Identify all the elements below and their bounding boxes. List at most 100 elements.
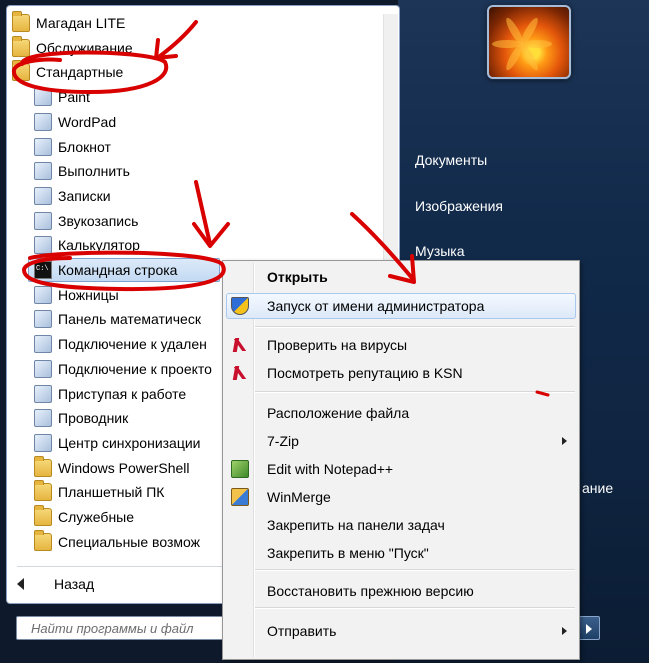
context-menu-item[interactable]: Расположение файла bbox=[225, 401, 577, 425]
right-link-partial[interactable]: ание bbox=[582, 480, 613, 496]
program-item-label: Paint bbox=[58, 89, 90, 106]
right-link-documents[interactable]: Документы bbox=[415, 152, 487, 168]
program-item-label: Стандартные bbox=[36, 64, 124, 81]
program-item-label: Калькулятор bbox=[58, 237, 140, 254]
folder-icon bbox=[12, 11, 30, 32]
program-item-label: Панель математическ bbox=[58, 311, 201, 328]
context-menu-separator bbox=[255, 391, 575, 393]
context-menu-item[interactable]: WinMerge bbox=[225, 485, 577, 509]
context-menu-separator bbox=[255, 569, 575, 571]
kaspersky-icon bbox=[231, 364, 249, 382]
program-item-label: Специальные возмож bbox=[58, 533, 200, 550]
program-item[interactable]: Paint bbox=[34, 85, 259, 109]
program-item-label: WordPad bbox=[58, 113, 117, 130]
context-menu-item-label: Закрепить в меню "Пуск" bbox=[267, 545, 429, 561]
folder-icon bbox=[34, 505, 52, 526]
program-item-label: Блокнот bbox=[58, 138, 111, 155]
context-menu-item[interactable]: Отправить bbox=[225, 619, 577, 643]
shutdown-options-button[interactable] bbox=[578, 616, 600, 640]
remote-desktop-icon bbox=[34, 335, 52, 354]
program-item[interactable]: Звукозапись bbox=[34, 209, 259, 233]
winmerge-icon bbox=[231, 488, 249, 506]
blank-icon bbox=[231, 544, 249, 562]
run-icon bbox=[34, 162, 52, 181]
program-item[interactable]: Обслуживание bbox=[12, 35, 237, 60]
program-item[interactable]: Выполнить bbox=[34, 159, 259, 183]
blank-icon bbox=[231, 516, 249, 534]
program-item-label: Проводник bbox=[58, 410, 129, 427]
context-menu-item-label: Восстановить прежнюю версию bbox=[267, 583, 474, 599]
context-menu-item-label: Edit with Notepad++ bbox=[267, 461, 394, 477]
back-label: Назад bbox=[54, 576, 95, 592]
program-item-label: Windows PowerShell bbox=[58, 459, 190, 476]
context-menu-separator bbox=[255, 607, 575, 609]
back-arrow-icon bbox=[17, 578, 24, 590]
program-item[interactable]: Записки bbox=[34, 184, 259, 208]
start-menu-frame: Документы Изображения Музыка ание Назад … bbox=[0, 0, 649, 663]
context-menu-item-label: Закрепить на панели задач bbox=[267, 517, 445, 533]
blank-icon bbox=[231, 404, 249, 422]
right-link-music[interactable]: Музыка bbox=[415, 243, 465, 259]
microphone-icon bbox=[34, 211, 52, 230]
context-menu-item[interactable]: Проверить на вирусы bbox=[225, 333, 577, 357]
context-menu-item[interactable]: 7-Zip bbox=[225, 429, 577, 453]
program-item-label: Звукозапись bbox=[58, 212, 139, 229]
program-item[interactable]: Калькулятор bbox=[34, 233, 259, 257]
context-menu-item-label: Расположение файла bbox=[267, 405, 410, 421]
uac-shield-icon bbox=[231, 297, 249, 315]
calculator-icon bbox=[34, 236, 52, 255]
context-menu-item[interactable]: Посмотреть репутацию в KSN bbox=[225, 361, 577, 385]
submenu-arrow-icon bbox=[562, 627, 567, 635]
notepadpp-icon bbox=[231, 460, 249, 478]
context-menu-item-label: Открыть bbox=[267, 269, 328, 285]
submenu-arrow-icon bbox=[562, 437, 567, 445]
program-item-label: Центр синхронизации bbox=[58, 434, 201, 451]
math-panel-icon bbox=[34, 310, 52, 329]
folder-icon bbox=[34, 529, 52, 551]
context-menu-item-label: 7-Zip bbox=[267, 433, 299, 449]
program-item-label: Приступая к работе bbox=[58, 385, 187, 402]
program-item-label: Подключение к проекто bbox=[58, 360, 212, 377]
blank-icon bbox=[231, 582, 249, 600]
context-menu: Открыть Запуск от имени администратора Про… bbox=[222, 260, 580, 660]
program-item[interactable]: WordPad bbox=[34, 110, 259, 134]
program-item-label: Служебные bbox=[58, 509, 135, 525]
context-menu-item-label: WinMerge bbox=[267, 489, 331, 505]
blank-icon bbox=[231, 622, 249, 640]
program-item[interactable]: Блокнот bbox=[34, 135, 259, 159]
program-item[interactable]: Магадан LITE bbox=[12, 11, 237, 35]
program-item-label: Записки bbox=[58, 187, 111, 204]
back-button[interactable]: Назад bbox=[17, 572, 94, 596]
getting-started-icon bbox=[34, 384, 52, 403]
program-item[interactable]: Стандартные bbox=[12, 60, 237, 84]
program-item-label: Выполнить bbox=[58, 163, 130, 180]
context-menu-item[interactable]: Восстановить прежнюю версию bbox=[225, 579, 577, 603]
program-item-label: Ножницы bbox=[58, 286, 119, 303]
context-menu-item[interactable]: Запуск от имени администратора bbox=[225, 294, 577, 318]
folder-icon bbox=[12, 35, 30, 57]
scissors-icon bbox=[34, 285, 52, 304]
folder-icon bbox=[34, 455, 52, 477]
program-item-label: Планшетный ПК bbox=[58, 484, 165, 501]
context-menu-item-label: Проверить на вирусы bbox=[267, 337, 408, 353]
right-link-pictures[interactable]: Изображения bbox=[415, 198, 503, 214]
sync-center-icon bbox=[34, 433, 52, 452]
paint-icon bbox=[34, 88, 52, 107]
user-picture[interactable] bbox=[487, 5, 571, 79]
context-menu-item-label: Запуск от имени администратора bbox=[267, 298, 485, 314]
context-menu-item-label: Отправить bbox=[267, 623, 337, 639]
kaspersky-icon bbox=[231, 336, 249, 354]
context-menu-item[interactable]: Закрепить в меню "Пуск" bbox=[225, 541, 577, 565]
wordpad-icon bbox=[34, 112, 52, 131]
context-menu-item[interactable]: Edit with Notepad++ bbox=[225, 457, 577, 481]
context-menu-item[interactable]: Открыть bbox=[225, 265, 577, 289]
folder-icon bbox=[12, 60, 30, 82]
program-item-label: Магадан LITE bbox=[36, 15, 126, 31]
folder-icon bbox=[34, 480, 52, 502]
search-input[interactable]: Найти программы и файл bbox=[16, 616, 246, 640]
context-menu-separator bbox=[255, 326, 575, 328]
sticky-notes-icon bbox=[34, 186, 52, 205]
context-menu-item[interactable]: Закрепить на панели задач bbox=[225, 513, 577, 537]
program-item-label: Подключение к удален bbox=[58, 336, 207, 353]
explorer-icon bbox=[34, 409, 52, 428]
